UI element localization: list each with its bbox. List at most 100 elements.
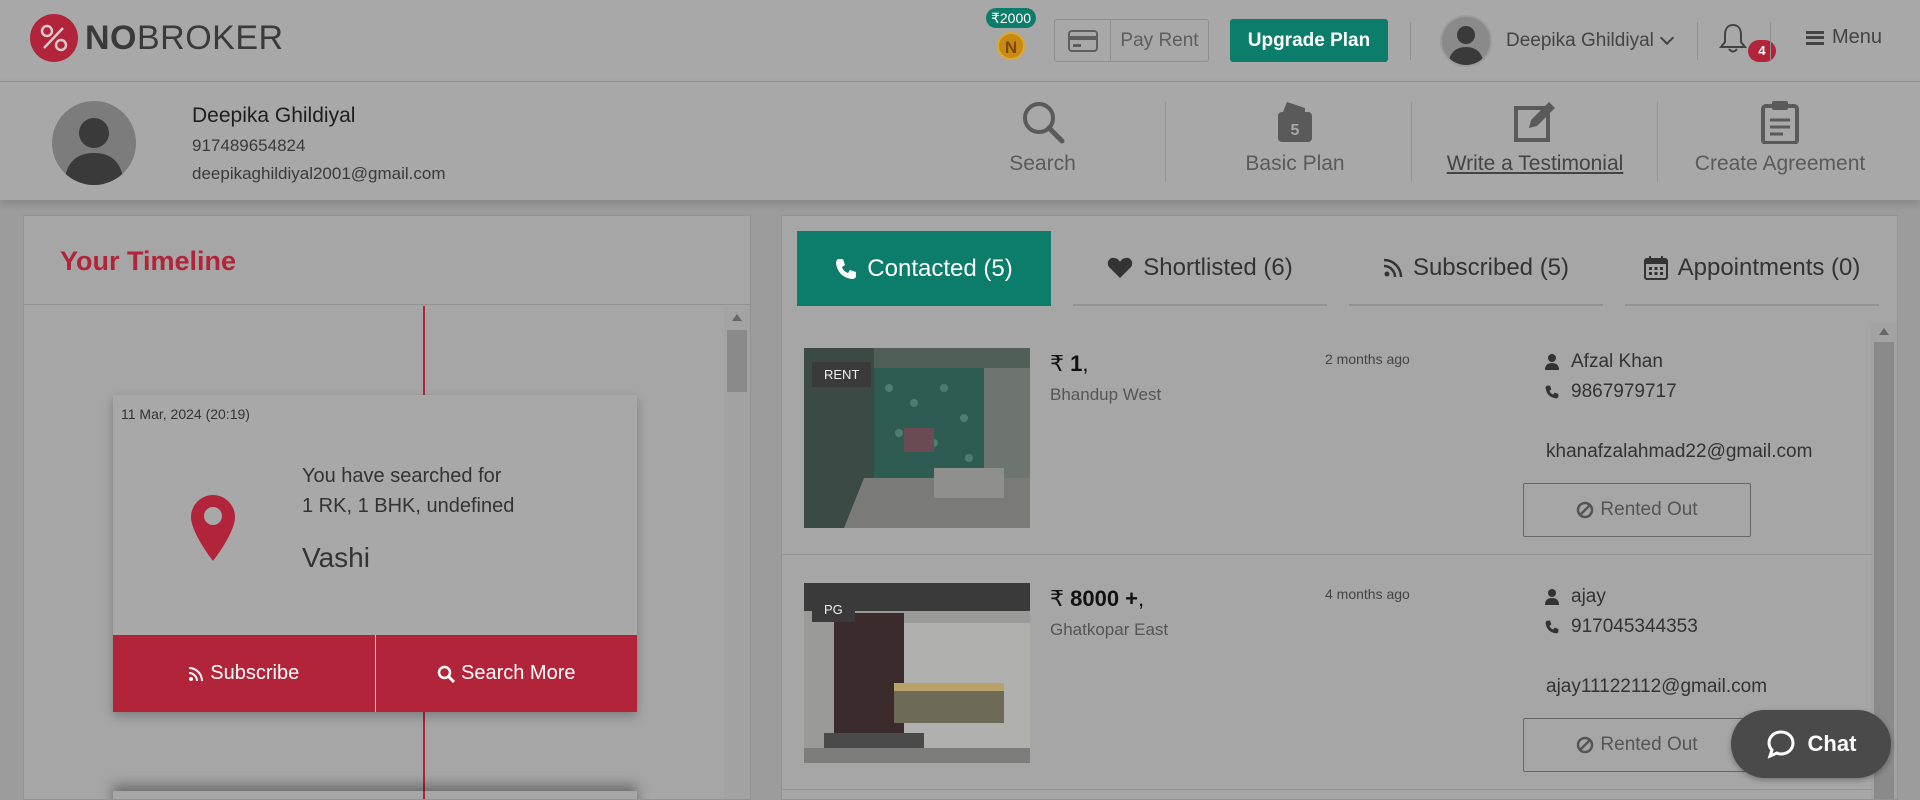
ban-icon xyxy=(1577,501,1594,519)
divider xyxy=(1697,22,1698,60)
quick-action-label: Create Agreement xyxy=(1694,152,1866,175)
svg-text:5: 5 xyxy=(1291,122,1300,139)
listing-price: ₹ 1, xyxy=(1050,351,1089,376)
owner-phone[interactable]: 917045344353 xyxy=(1545,616,1698,638)
chevron-down-icon xyxy=(1659,30,1674,46)
scroll-up-icon[interactable] xyxy=(732,314,742,321)
tab-label: Shortlisted (6) xyxy=(1143,253,1293,281)
logo-mark-icon xyxy=(30,14,78,62)
phone-icon xyxy=(1545,385,1559,399)
rented-out-button[interactable]: Rented Out xyxy=(1523,718,1751,772)
heart-icon xyxy=(1108,257,1133,278)
listing-card[interactable]: PG ₹ 8000 +, Ghatkopar East 4 months ago… xyxy=(782,556,1872,790)
rented-out-button[interactable]: Rented Out xyxy=(1523,483,1751,537)
notification-count-badge: 4 xyxy=(1748,40,1776,62)
activity-tabs: Contacted (5) Shortlisted (6) Subscribed… xyxy=(797,231,1879,306)
phone-icon xyxy=(836,258,857,279)
chat-label: Chat xyxy=(1807,731,1857,756)
hamburger-icon xyxy=(1806,30,1824,45)
tab-label: Appointments (0) xyxy=(1677,253,1861,281)
wallet-coins[interactable]: ₹2000 N xyxy=(986,8,1036,60)
wallet-icon: 5 xyxy=(1235,98,1355,144)
timeline-header: Your Timeline xyxy=(24,216,750,305)
quick-action-label: Search xyxy=(1009,152,1076,175)
search-icon xyxy=(437,665,455,683)
user-icon xyxy=(1545,589,1559,605)
tab-shortlisted[interactable]: Shortlisted (6) xyxy=(1073,231,1327,306)
search-more-label: Search More xyxy=(461,662,576,684)
ban-icon xyxy=(1577,736,1594,754)
listing-photo[interactable]: RENT xyxy=(804,348,1030,528)
divider xyxy=(1657,102,1658,182)
listing-time: 4 months ago xyxy=(1325,586,1410,602)
profile-phone: 917489654824 xyxy=(192,136,306,155)
listing-card[interactable]: RENT ₹ 1, Bhandup West 2 months ago Afza… xyxy=(782,321,1872,555)
chat-button[interactable]: Chat xyxy=(1731,710,1891,778)
edit-icon xyxy=(1440,98,1630,144)
listing-photo[interactable]: PG xyxy=(804,583,1030,763)
tab-subscribed[interactable]: Subscribed (5) xyxy=(1349,231,1603,306)
coin-balance: ₹2000 xyxy=(986,8,1036,28)
menu-label: Menu xyxy=(1832,26,1883,48)
owner-name: ajay xyxy=(1545,586,1606,608)
owner-phone[interactable]: 9867979717 xyxy=(1545,381,1677,403)
user-menu-dropdown[interactable]: Deepika Ghildiyal xyxy=(1440,15,1674,67)
tab-label: Subscribed (5) xyxy=(1412,253,1570,281)
timeline-title: Your Timeline xyxy=(60,246,237,276)
chat-bubble-icon xyxy=(1767,730,1795,759)
credit-card-icon xyxy=(1055,20,1111,61)
tab-appointments[interactable]: Appointments (0) xyxy=(1625,231,1879,306)
listing-price: ₹ 8000 +, xyxy=(1050,586,1145,611)
logo-text: NOBROKER xyxy=(85,18,284,57)
quick-action-basic-plan[interactable]: 5 Basic Plan xyxy=(1235,98,1355,190)
subscribe-button[interactable]: Subscribe xyxy=(113,635,375,712)
search-criteria: 1 RK, 1 BHK, undefined xyxy=(302,495,515,517)
divider xyxy=(1411,102,1412,182)
timeline-card xyxy=(113,791,637,799)
coin-icon: N xyxy=(997,32,1025,60)
timeline-card-actions: Subscribe Search More xyxy=(113,635,637,712)
upgrade-plan-button[interactable]: Upgrade Plan xyxy=(1230,19,1388,62)
profile-bar: Deepika Ghildiyal 917489654824 deepikagh… xyxy=(0,82,1920,200)
clipboard-icon xyxy=(1690,98,1870,144)
tab-label: Contacted (5) xyxy=(867,254,1013,282)
profile-avatar xyxy=(52,101,136,185)
phone-icon xyxy=(1545,620,1559,634)
timeline-panel: Your Timeline 11 Mar, 2024 (20:19) You h… xyxy=(23,215,751,800)
nobroker-logo[interactable]: NOBROKER xyxy=(30,14,284,62)
listing-type-badge: PG xyxy=(812,597,855,622)
quick-action-label: Write a Testimonial xyxy=(1446,152,1624,175)
activity-panel: Contacted (5) Shortlisted (6) Subscribed… xyxy=(781,215,1898,800)
search-city: Vashi xyxy=(302,542,370,573)
profile-name: Deepika Ghildiyal xyxy=(192,104,356,127)
quick-action-write-testimonial[interactable]: Write a Testimonial xyxy=(1440,98,1630,190)
listing-locality: Bhandup West xyxy=(1050,385,1162,404)
rss-icon xyxy=(189,666,204,681)
location-pin-icon xyxy=(191,495,235,566)
top-navbar: NOBROKER ₹2000 N Pay Rent Upgrade Plan D… xyxy=(0,0,1920,82)
timeline-card-date: 11 Mar, 2024 (20:19) xyxy=(121,406,250,422)
menu-button[interactable]: Menu xyxy=(1806,26,1882,49)
search-more-button[interactable]: Search More xyxy=(374,635,637,712)
owner-email[interactable]: khanafzalahmad22@gmail.com xyxy=(1546,441,1812,463)
search-icon xyxy=(990,98,1095,144)
timeline-scrollbar[interactable] xyxy=(724,306,750,799)
search-description: You have searched for xyxy=(302,465,502,487)
listing-locality: Ghatkopar East xyxy=(1050,620,1169,639)
owner-email[interactable]: ajay11122112@gmail.com xyxy=(1546,676,1767,698)
divider xyxy=(1410,22,1411,60)
rss-icon xyxy=(1383,258,1403,277)
pay-rent-button[interactable]: Pay Rent xyxy=(1054,19,1209,62)
profile-email: deepikaghildiyal2001@gmail.com xyxy=(192,164,446,183)
divider xyxy=(1165,102,1166,182)
listing-time: 2 months ago xyxy=(1325,351,1410,367)
quick-action-create-agreement[interactable]: Create Agreement xyxy=(1690,98,1870,190)
scroll-up-icon[interactable] xyxy=(1879,328,1889,335)
divider xyxy=(1770,22,1771,60)
quick-action-label: Basic Plan xyxy=(1245,152,1345,175)
quick-action-search[interactable]: Search xyxy=(990,98,1095,190)
user-icon xyxy=(1545,354,1559,370)
timeline-card: 11 Mar, 2024 (20:19) You have searched f… xyxy=(113,395,637,712)
scrollbar-thumb[interactable] xyxy=(727,330,747,392)
tab-contacted[interactable]: Contacted (5) xyxy=(797,231,1051,306)
